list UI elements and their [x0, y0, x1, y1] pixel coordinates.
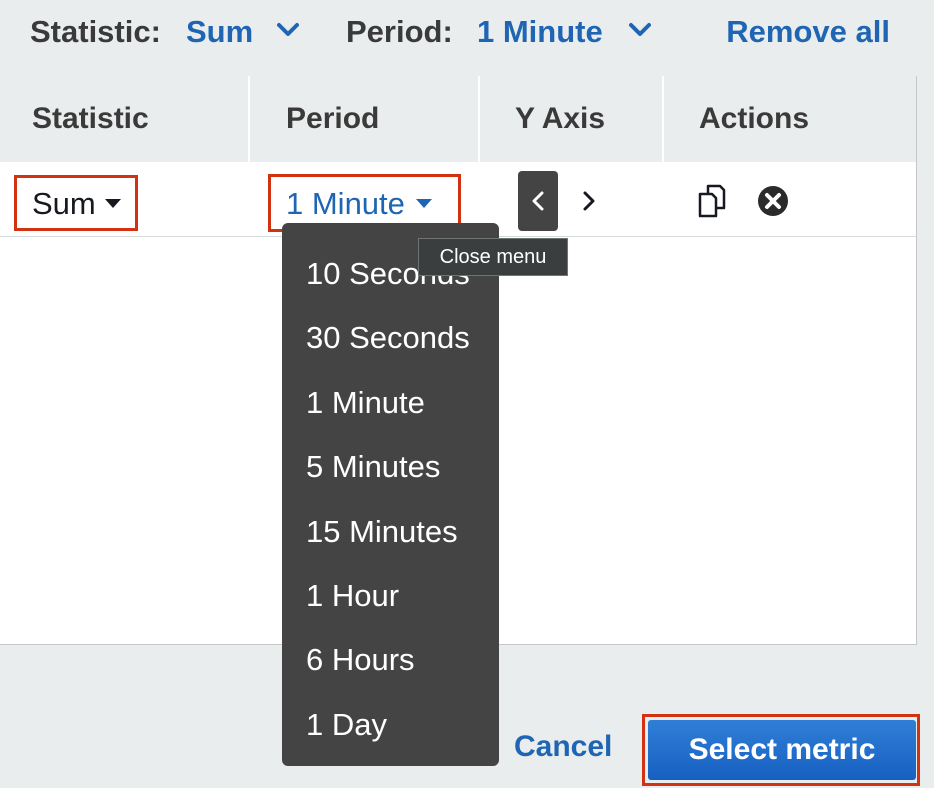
menu-item-1-day[interactable]: 1 Day — [306, 707, 387, 743]
column-header-period: Period — [286, 102, 380, 135]
statistic-cell-dropdown[interactable]: Sum — [14, 175, 138, 231]
period-dropdown-menu: 10 Seconds 30 Seconds 1 Minute 5 Minutes… — [282, 223, 499, 766]
column-header-statistic: Statistic — [32, 102, 149, 135]
column-divider — [248, 76, 250, 162]
chevron-down-icon[interactable] — [276, 22, 300, 38]
caret-down-icon — [105, 199, 121, 208]
menu-item-1-hour[interactable]: 1 Hour — [306, 578, 399, 614]
chevron-right-icon[interactable] — [575, 184, 603, 218]
chevron-down-icon[interactable] — [628, 22, 652, 38]
period-dropdown[interactable]: 1 Minute — [477, 14, 603, 50]
statistic-cell-value: Sum — [32, 186, 96, 221]
menu-item-15-minutes[interactable]: 15 Minutes — [306, 514, 458, 550]
column-header-y-axis: Y Axis — [515, 102, 606, 135]
period-cell-value: 1 Minute — [286, 186, 405, 221]
cancel-button[interactable]: Cancel — [514, 730, 612, 764]
period-label: Period: — [346, 14, 453, 49]
copy-icon[interactable] — [694, 180, 734, 220]
statistic-label: Statistic: — [30, 14, 161, 49]
menu-item-6-hours[interactable]: 6 Hours — [306, 642, 415, 678]
menu-item-1-minute[interactable]: 1 Minute — [306, 385, 425, 421]
remove-circle-icon[interactable] — [756, 184, 790, 218]
statistic-dropdown[interactable]: Sum — [186, 14, 253, 50]
column-divider — [478, 76, 480, 162]
table-header: Statistic Period Y Axis Actions — [0, 76, 916, 163]
chevron-left-icon — [532, 191, 544, 211]
column-header-actions: Actions — [699, 102, 810, 135]
y-axis-left-button[interactable] — [518, 171, 558, 231]
caret-down-icon — [416, 199, 432, 208]
remove-all-link[interactable]: Remove all — [726, 14, 890, 50]
select-metric-button[interactable]: Select metric — [648, 720, 916, 780]
menu-item-30-seconds[interactable]: 30 Seconds — [306, 320, 470, 356]
column-divider — [662, 76, 664, 162]
graph-options-toolbar: Statistic: Sum Period: 1 Minute Remove a… — [0, 0, 916, 77]
close-menu-tooltip: Close menu — [418, 238, 568, 276]
menu-item-5-minutes[interactable]: 5 Minutes — [306, 449, 440, 485]
